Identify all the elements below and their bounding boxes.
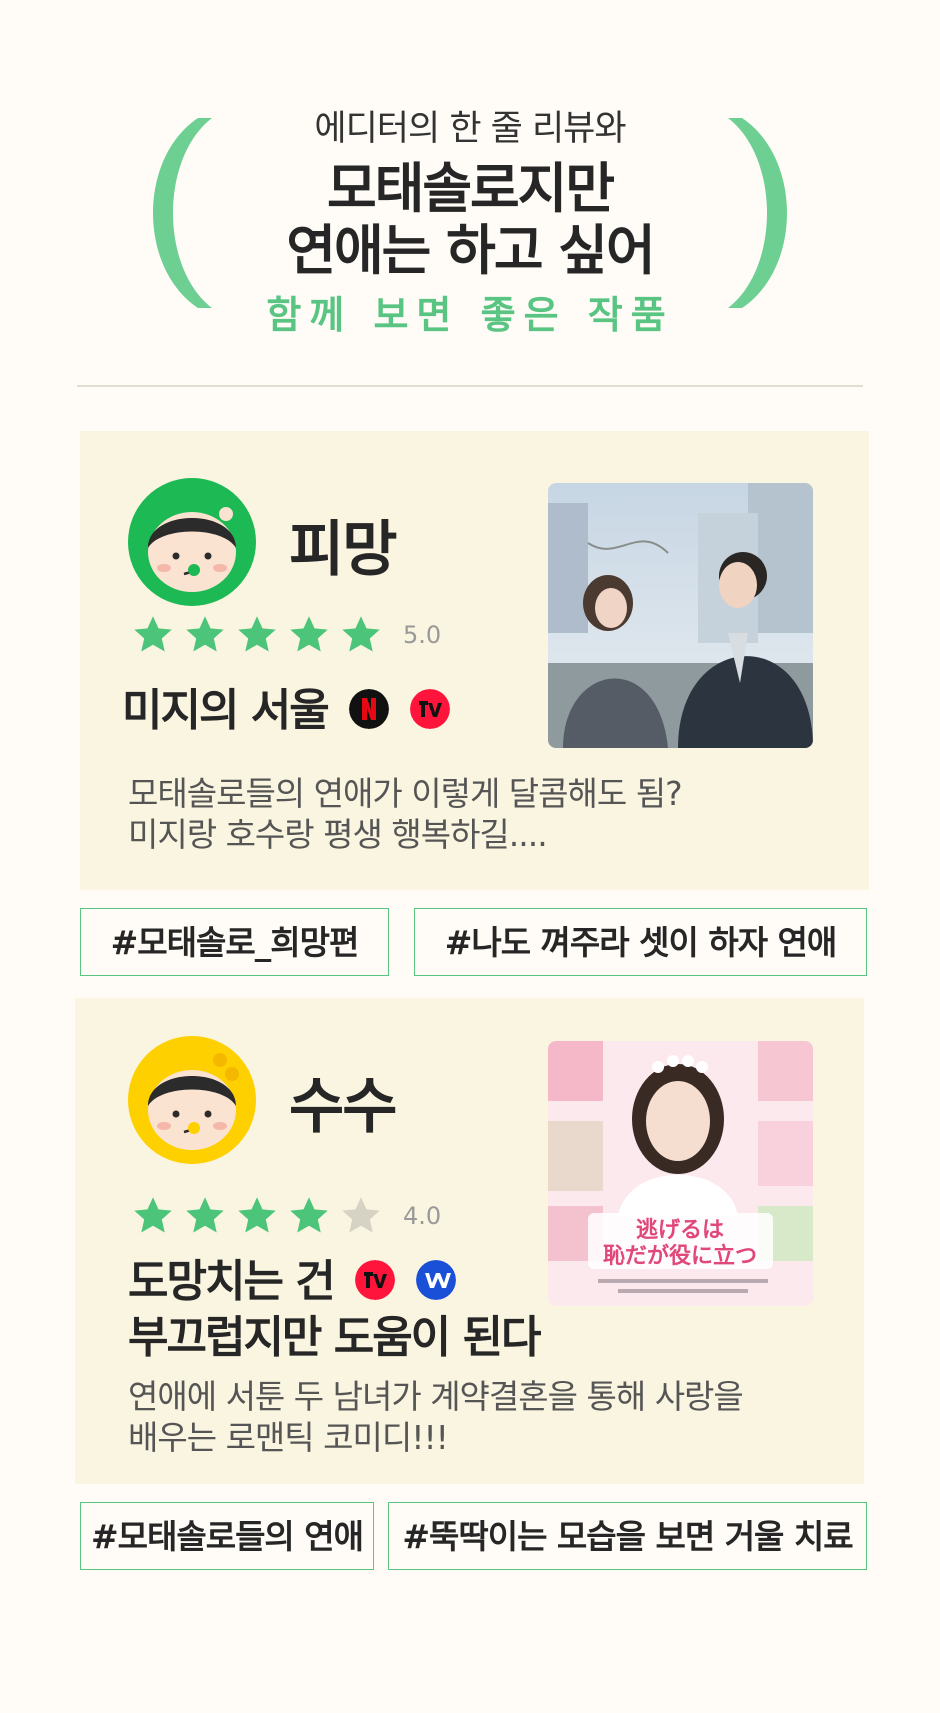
poster-image xyxy=(548,483,813,748)
star-icon xyxy=(186,616,224,652)
description-line: 배우는 로맨틱 코미디!!! xyxy=(128,1418,449,1457)
poster-image: 逃げるは 恥だが役に立つ xyxy=(548,1041,813,1306)
reviewer-avatar-icon xyxy=(128,478,256,606)
tving-icon xyxy=(355,1260,396,1300)
star-icon xyxy=(290,1197,328,1233)
hashtag[interactable]: #모태솔로들의 연애 xyxy=(80,1502,374,1570)
description-line: 연애에 서툰 두 남녀가 계약결혼을 통해 사랑을 xyxy=(128,1377,744,1416)
review-card-2: 수수 4.0 도망치는 건 부끄럽지만 도움이 된다 연애에 서툰 두 남녀가 … xyxy=(75,998,864,1484)
reviewer-name: 수수 xyxy=(289,1072,397,1142)
hashtag[interactable]: #뚝딱이는 모습을 보면 거울 치료 xyxy=(388,1502,867,1570)
star-icon xyxy=(134,1197,172,1233)
pre-title: 에디터의 한 줄 리뷰와 xyxy=(314,109,626,149)
title-line-2: 연애는 하고 싶어 xyxy=(286,219,655,282)
review-card-1: 피망 5.0 미지의 서울 모태솔로들의 연애가 이렇게 달콤해도 됨? 미지랑… xyxy=(80,431,869,890)
review-description: 모태솔로들의 연애가 이렇게 달콤해도 됨? 미지랑 호수랑 평생 행복하길..… xyxy=(128,773,683,855)
rating-stars: 4.0 xyxy=(131,1194,441,1238)
star-icon xyxy=(238,1197,276,1233)
header: 에디터의 한 줄 리뷰와 모태솔로지만 연애는 하고 싶어 함께 보면 좋은 작… xyxy=(0,0,940,340)
star-icon xyxy=(342,616,380,652)
hashtag[interactable]: #나도 껴주라 셋이 하자 연애 xyxy=(414,908,867,976)
work-title-text: 도망치는 건 xyxy=(128,1256,336,1307)
wavve-icon xyxy=(416,1260,457,1300)
work-title: 미지의 서울 xyxy=(122,683,451,739)
tving-icon xyxy=(410,689,451,729)
title-line-1: 모태솔로지만 xyxy=(326,157,615,220)
star-empty-icon xyxy=(342,1197,380,1233)
work-title-text: 부끄럽지만 도움이 된다 xyxy=(128,1312,541,1363)
rating-stars: 5.0 xyxy=(131,613,441,657)
page-title: 모태솔로지만 연애는 하고 싶어 xyxy=(0,158,940,282)
star-icon xyxy=(134,616,172,652)
star-icon xyxy=(290,616,328,652)
hashtag[interactable]: #모태솔로_희망편 xyxy=(80,908,389,976)
reviewer-avatar-icon xyxy=(128,1036,256,1164)
netflix-icon xyxy=(349,689,390,729)
description-line: 모태솔로들의 연애가 이렇게 달콤해도 됨? xyxy=(128,774,683,813)
star-icon xyxy=(238,616,276,652)
star-icon xyxy=(186,1197,224,1233)
divider xyxy=(77,385,863,387)
reviewer-name: 피망 xyxy=(289,515,397,585)
rating-score: 5.0 xyxy=(403,621,442,649)
review-description: 연애에 서툰 두 남녀가 계약결혼을 통해 사랑을 배우는 로맨틱 코미디!!! xyxy=(128,1376,744,1458)
poster-title: 恥だが役に立つ xyxy=(603,1243,757,1269)
work-title: 도망치는 건 부끄럽지만 도움이 된다 xyxy=(128,1254,541,1366)
poster-title: 逃げるは xyxy=(636,1218,724,1243)
description-line: 미지랑 호수랑 평생 행복하길.... xyxy=(128,815,548,854)
work-title-text: 미지의 서울 xyxy=(122,685,330,736)
subtitle: 함께 보면 좋은 작품 xyxy=(266,293,674,337)
rating-score: 4.0 xyxy=(403,1202,442,1230)
